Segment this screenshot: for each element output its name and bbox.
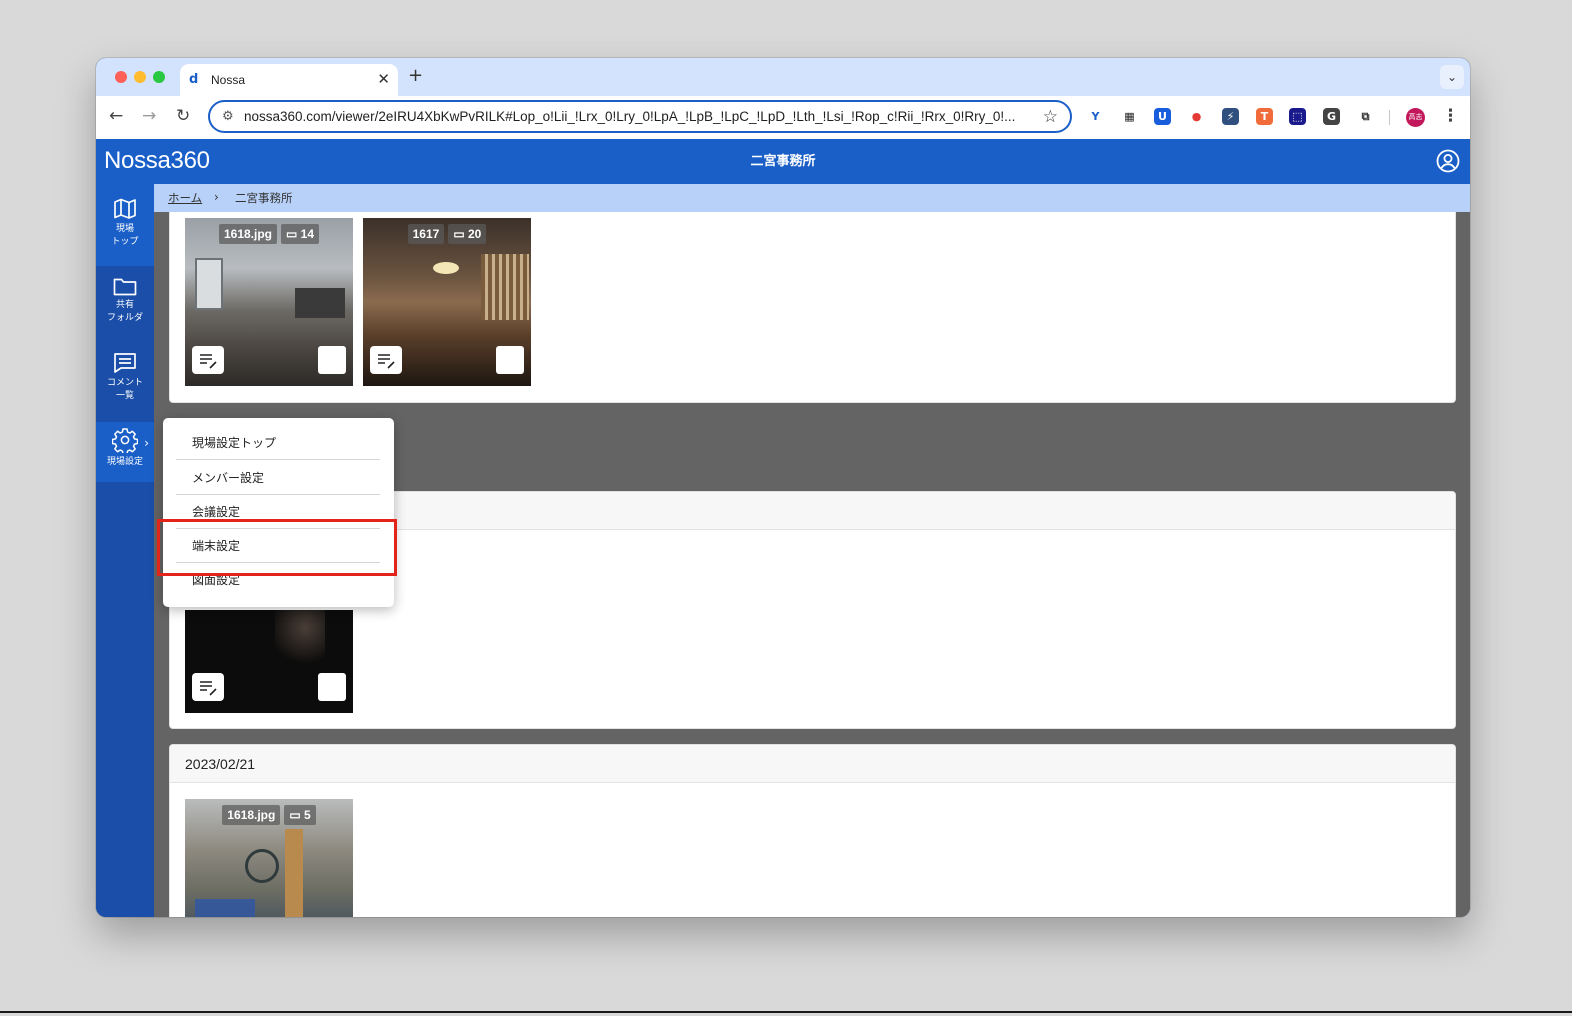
forward-button[interactable]: → (142, 106, 156, 126)
sidebar-item-site-settings[interactable]: › 現場設定 (96, 422, 154, 482)
photo-count: 5 (304, 808, 311, 822)
sidebar-item-label: 現場設定 (106, 457, 143, 467)
tab-title: Nossa (211, 73, 246, 87)
qr-code-icon[interactable]: ▦ (1121, 108, 1138, 125)
select-checkbox[interactable] (496, 346, 524, 374)
bicycle-wheel-image (245, 849, 279, 883)
edit-note-button[interactable] (192, 673, 224, 701)
reload-button[interactable]: ↻ (176, 106, 190, 126)
bookshelf-image (481, 254, 529, 320)
edit-note-button[interactable] (370, 346, 402, 374)
menu-item-member-settings[interactable]: メンバー設定 (176, 461, 380, 495)
sidebar-item-label: コメント 一覧 (106, 378, 143, 401)
close-window-button[interactable] (115, 71, 127, 83)
tab-strip: d Nossa ✕ + ⌄ (96, 58, 1470, 96)
translate-icon[interactable]: T (1256, 108, 1273, 125)
bookmark-star-icon[interactable]: ☆ (1043, 107, 1058, 127)
minimize-window-button[interactable] (134, 71, 146, 83)
browser-toolbar: ← → ↻ ⚙ nossa360.com/viewer/2eIRU4XbKwPv… (96, 96, 1470, 139)
edit-note-button[interactable] (192, 346, 224, 374)
wooden-post-image (285, 829, 303, 917)
panorama-thumbnail[interactable] (185, 610, 353, 713)
url-text[interactable]: nossa360.com/viewer/2eIRU4XbKwPvRILK#Lop… (244, 109, 1015, 125)
app-header: Nossa360 二宮事務所 (96, 139, 1470, 184)
panorama-thumbnail[interactable]: 1618.jpg ▭ 14 (185, 218, 353, 386)
record-icon[interactable]: ● (1188, 108, 1205, 125)
bolt-icon[interactable]: ⚡ (1222, 108, 1239, 125)
site-info-icon[interactable]: ⚙ (222, 109, 234, 125)
edit-note-icon (200, 681, 217, 696)
profile-avatar[interactable]: 高志 (1406, 108, 1425, 127)
panorama-thumbnail[interactable]: 1617 ▭ 20 (363, 218, 531, 386)
tab-search-button[interactable]: ⌄ (1440, 65, 1464, 89)
sidebar-item-label: 共有 フォルダ (106, 300, 143, 323)
highlight-box (157, 519, 397, 576)
gear-icon (112, 428, 138, 453)
y-extension-icon[interactable]: Y (1087, 108, 1104, 125)
g-extension-icon[interactable]: G (1323, 108, 1340, 125)
date-card-header: 2023/02/21 (170, 745, 1455, 783)
photo-count-badge: ▭ 5 (284, 805, 316, 825)
photo-count: 14 (300, 227, 315, 241)
thumbnail-badges: 1617 ▭ 20 (363, 223, 531, 244)
bitwarden-icon[interactable]: U (1154, 108, 1171, 125)
filename-badge: 1618.jpg (222, 805, 281, 825)
thumbnail-badges: 1618.jpg ▭ 5 (185, 804, 353, 825)
filename-badge: 1618.jpg (218, 224, 277, 244)
sidebar-item-shared-folder[interactable]: 共有 フォルダ (96, 270, 154, 342)
folder-icon (113, 278, 137, 296)
nossa-favicon-icon: d (189, 72, 199, 87)
bottom-border (0, 1011, 1572, 1013)
site-title: 二宮事務所 (750, 154, 816, 169)
ceiling-light-image (433, 262, 459, 274)
window-image (195, 258, 223, 310)
close-tab-icon[interactable]: ✕ (377, 71, 390, 87)
panorama-thumbnail[interactable]: 1618.jpg ▭ 5 (185, 799, 353, 917)
thumbnail-badges: 1618.jpg ▭ 14 (185, 223, 353, 244)
photo-count: 20 (468, 227, 482, 241)
clutter-image (195, 899, 255, 917)
photo-count-badge: ▭ 20 (448, 224, 487, 244)
sidebar: 現場 トップ 共有 フォルダ コメント 一覧 › 現場設定 (96, 184, 154, 917)
maximize-window-button[interactable] (153, 71, 165, 83)
select-checkbox[interactable] (318, 673, 346, 701)
date-card: 1618.jpg ▭ 14 1617 ▭ 20 (169, 212, 1456, 403)
address-bar[interactable]: ⚙ nossa360.com/viewer/2eIRU4XbKwPvRILK#L… (208, 100, 1072, 133)
notion-like-icon[interactable]: ⬚ (1289, 108, 1306, 125)
new-tab-button[interactable]: + (408, 66, 423, 86)
dark-room-image (275, 610, 325, 670)
breadcrumb-current: 二宮事務所 (235, 191, 293, 205)
sidebar-item-comments[interactable]: コメント 一覧 (96, 346, 154, 418)
breadcrumb: ホーム › 二宮事務所 (154, 184, 1470, 212)
browser-menu-icon[interactable]: ⋮ (1442, 106, 1459, 126)
desk-image (295, 288, 345, 318)
site-settings-menu: 現場設定トップ メンバー設定 会議設定 端末設定 図面設定 (163, 418, 394, 607)
photo-count-badge: ▭ 14 (281, 224, 320, 244)
menu-item-site-settings-top[interactable]: 現場設定トップ (176, 426, 380, 460)
comment-icon (114, 353, 136, 373)
back-button[interactable]: ← (109, 106, 123, 126)
browser-tab[interactable]: d Nossa ✕ (180, 64, 398, 96)
sidebar-item-label: 現場 トップ (111, 224, 139, 247)
chevron-right-icon: › (144, 436, 149, 450)
puzzle-icon[interactable]: ⧉ (1357, 108, 1374, 125)
account-circle-icon[interactable] (1436, 149, 1460, 173)
map-icon (114, 198, 136, 219)
date-card: 2023/02/21 1618.jpg ▭ 5 (169, 744, 1456, 917)
edit-note-icon (378, 354, 395, 369)
filename-badge: 1617 (407, 224, 445, 244)
breadcrumb-separator: › (214, 190, 219, 204)
select-checkbox[interactable] (318, 346, 346, 374)
sidebar-item-site-top[interactable]: 現場 トップ (96, 184, 154, 266)
breadcrumb-home-link[interactable]: ホーム (168, 191, 202, 205)
edit-note-icon (200, 354, 217, 369)
toolbar-separator (1389, 110, 1390, 125)
